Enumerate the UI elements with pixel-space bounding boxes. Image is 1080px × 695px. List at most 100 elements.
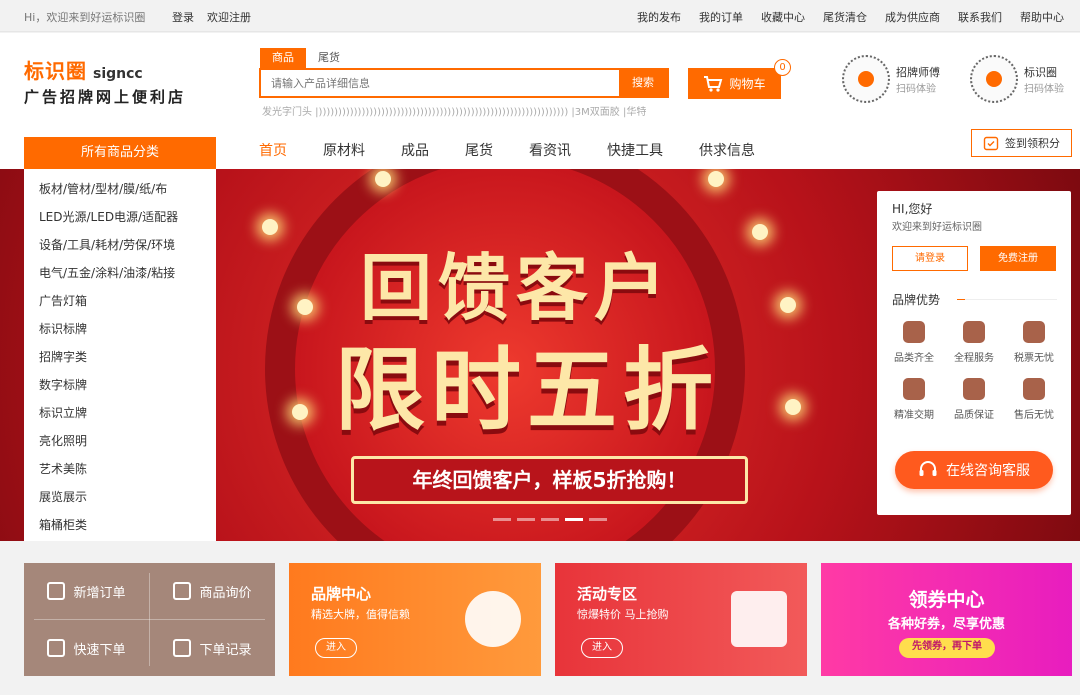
qr-card-signcc[interactable]: 标识圈 扫码体验 [970, 55, 1064, 103]
price-inquiry-button[interactable]: 商品询价 [150, 563, 275, 619]
records-icon [173, 639, 192, 657]
get-coupon-button[interactable]: 先领券，再下单 [899, 638, 995, 658]
feature-label: 品类齐全 [894, 353, 934, 364]
nav-materials[interactable]: 原材料 [323, 137, 365, 169]
logo-mark: 标识圈 [24, 59, 87, 83]
service-label: 在线咨询客服 [946, 463, 1030, 479]
category-item[interactable]: 电气/五金/涂料/油漆/粘接 [24, 259, 216, 287]
quick-order-button[interactable]: 快速下单 [24, 620, 149, 676]
event-zone-card[interactable]: 活动专区 惊爆特价 马上抢购 进入 [555, 563, 807, 676]
top-link-my-orders[interactable]: 我的订单 [699, 9, 743, 25]
main-nav: 所有商品分类 首页 原材料 成品 尾货 看资讯 快捷工具 供求信息 签到领积分 [0, 129, 1080, 169]
nav-stock[interactable]: 尾货 [465, 137, 493, 169]
qr-code-icon [842, 55, 890, 103]
feature-quality: 品质保证 [945, 378, 1003, 421]
edit-order-icon [47, 639, 66, 657]
feature-full-range: 品类齐全 [885, 321, 943, 364]
bulb-icon [292, 404, 308, 420]
card-title: 领券中心 [908, 589, 985, 611]
feature-full-service: 全程服务 [945, 321, 1003, 364]
category-item[interactable]: 板材/管材/型材/膜/纸/布 [24, 175, 216, 203]
medal-icon [465, 591, 521, 647]
nav-news[interactable]: 看资讯 [529, 137, 571, 169]
site-logo[interactable]: 标识圈 signcc 广告招牌网上便利店 [24, 55, 204, 107]
category-item[interactable]: 箱桶柜类 [24, 511, 216, 539]
carousel-dot[interactable] [517, 518, 535, 521]
category-item[interactable]: 招牌字类 [24, 343, 216, 371]
top-link-clearance[interactable]: 尾货清仓 [823, 9, 867, 25]
carousel-dot[interactable] [541, 518, 559, 521]
carousel-dot-active[interactable] [565, 518, 583, 521]
quick-label: 快速下单 [73, 642, 126, 658]
gift-icon [731, 591, 787, 647]
cart-icon [704, 75, 723, 92]
enter-button[interactable]: 进入 [315, 638, 357, 658]
category-item[interactable]: 数字标牌 [24, 371, 216, 399]
qr-code-icon [970, 55, 1018, 103]
headset-icon [919, 461, 937, 476]
quick-label: 下单记录 [199, 642, 252, 658]
cart-label: 购物车 [729, 77, 766, 91]
shield-icon [963, 378, 985, 400]
top-link-my-posts[interactable]: 我的发布 [637, 9, 681, 25]
coupon-center-card[interactable]: 领券中心 各种好券，尽享优惠 先领券，再下单 [821, 563, 1072, 676]
feature-label: 品质保证 [954, 410, 994, 421]
banner-ribbon: 年终回馈客户，样板5折抢购！ [351, 456, 748, 504]
nav-finished[interactable]: 成品 [401, 137, 429, 169]
top-link-help[interactable]: 帮助中心 [1020, 9, 1064, 25]
side-login-button[interactable]: 请登录 [892, 246, 968, 271]
login-link[interactable]: 登录 [172, 9, 194, 25]
category-item[interactable]: 设备/工具/耗材/劳保/环境 [24, 231, 216, 259]
feature-label: 精准交期 [894, 410, 934, 421]
new-order-button[interactable]: 新增订单 [24, 563, 149, 619]
search-tab-stock[interactable]: 尾货 [306, 48, 352, 68]
category-item[interactable]: LED光源/LED电源/适配器 [24, 203, 216, 231]
top-bar: Hi，欢迎来到好运标识圈 登录 欢迎注册 我的发布 我的订单 收藏中心 尾货清仓… [0, 0, 1080, 32]
qr-sub: 扫码体验 [896, 83, 936, 95]
nav-tools[interactable]: 快捷工具 [607, 137, 663, 169]
hot-search-words[interactable]: 发光字门头 |)))))))))))))))))))))))))))))))))… [262, 103, 646, 118]
all-categories-button[interactable]: 所有商品分类 [24, 137, 216, 169]
category-item[interactable]: 亮化照明 [24, 427, 216, 455]
cart-count-badge: 0 [774, 59, 791, 76]
user-side-panel: HI,您好 欢迎来到好运标识圈 请登录 免费注册 品牌优势 品类齐全 全程服务 … [877, 191, 1071, 515]
invoice-icon [1023, 321, 1045, 343]
register-link[interactable]: 欢迎注册 [207, 9, 251, 25]
top-link-become-supplier[interactable]: 成为供应商 [885, 9, 940, 25]
inquiry-icon [173, 582, 192, 600]
greeting-text: Hi，欢迎来到好运标识圈 [24, 11, 146, 24]
category-item[interactable]: 标识立牌 [24, 399, 216, 427]
category-item[interactable]: 艺术美陈 [24, 455, 216, 483]
feature-delivery: 精准交期 [885, 378, 943, 421]
nav-supply[interactable]: 供求信息 [699, 137, 755, 169]
qr-card-sign-master[interactable]: 招牌师傅 扫码体验 [842, 55, 940, 103]
return-icon [1023, 378, 1045, 400]
carousel-dot[interactable] [493, 518, 511, 521]
feature-label: 售后无忧 [1014, 410, 1054, 421]
search-input[interactable] [261, 70, 621, 96]
top-link-contact[interactable]: 联系我们 [958, 9, 1002, 25]
top-links: 我的发布 我的订单 收藏中心 尾货清仓 成为供应商 联系我们 帮助中心 [637, 9, 1064, 25]
category-item[interactable]: 展览展示 [24, 483, 216, 511]
logo-tagline: 广告招牌网上便利店 [24, 88, 187, 106]
quick-label: 新增订单 [73, 585, 126, 601]
side-register-button[interactable]: 免费注册 [980, 246, 1056, 271]
signin-points-button[interactable]: 签到领积分 [971, 129, 1072, 157]
brand-center-card[interactable]: 品牌中心 精选大牌，值得信赖 进入 [289, 563, 541, 676]
carousel-dot[interactable] [589, 518, 607, 521]
online-service-button[interactable]: 在线咨询客服 [895, 451, 1053, 489]
order-history-button[interactable]: 下单记录 [150, 620, 275, 676]
qr-sub: 扫码体验 [1024, 83, 1064, 95]
card-subtitle: 惊爆特价 马上抢购 [577, 608, 669, 621]
category-item[interactable]: 标识标牌 [24, 315, 216, 343]
nav-home[interactable]: 首页 [259, 137, 287, 169]
calendar-check-icon [983, 136, 999, 151]
search-tab-products[interactable]: 商品 [260, 48, 306, 68]
enter-button[interactable]: 进入 [581, 638, 623, 658]
card-title: 活动专区 [577, 585, 638, 603]
signin-label: 签到领积分 [1005, 137, 1060, 150]
top-link-favorites[interactable]: 收藏中心 [761, 9, 805, 25]
category-item[interactable]: 广告灯箱 [24, 287, 216, 315]
search-button[interactable]: 搜索 [619, 70, 667, 96]
cart-button[interactable]: 购物车 0 [688, 59, 791, 99]
